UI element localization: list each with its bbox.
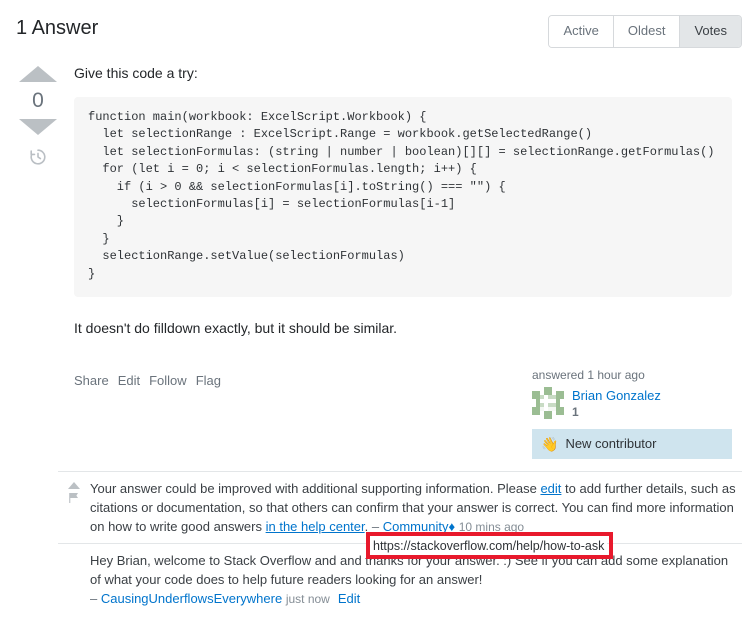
comment-timestamp: 10 mins ago xyxy=(458,520,525,535)
code-block: function main(workbook: ExcelScript.Work… xyxy=(74,97,732,298)
comment-gutter xyxy=(58,479,90,504)
comment-part-1: Your answer could be improved with addit… xyxy=(90,481,541,497)
tab-votes[interactable]: Votes xyxy=(680,16,741,47)
answer-body: Give this code a try: function main(work… xyxy=(66,64,742,460)
comment-part-1: Hey Brian, welcome to Stack Overflow and… xyxy=(90,553,729,588)
avatar[interactable] xyxy=(532,387,564,420)
comment-text: Your answer could be improved with addit… xyxy=(90,479,742,537)
comment-part-3: . xyxy=(364,519,372,535)
waving-hand-icon: 👋 xyxy=(541,436,559,453)
comment-author-link[interactable]: CausingUnderflowsEverywhere xyxy=(101,591,282,606)
status-bar-url: https://stackoverflow.com/help/how-to-as… xyxy=(370,537,608,555)
new-contributor-label: New contributor xyxy=(565,436,657,452)
comment-author-dash: – xyxy=(371,519,383,535)
user-reputation: 1 xyxy=(572,405,579,420)
user-row: Brian Gonzalez 1 xyxy=(532,387,732,420)
history-clock-icon[interactable] xyxy=(28,147,48,167)
comment-text: Hey Brian, welcome to Stack Overflow and… xyxy=(90,551,742,609)
answer-post: 0 Give this code a try: function main(wo… xyxy=(0,54,754,460)
user-card: answered 1 hour ago Brian Gonzalez 1 👋 N… xyxy=(532,367,732,460)
post-actions: Share Edit Follow Flag xyxy=(74,367,221,388)
answer-intro-text: Give this code a try: xyxy=(74,65,198,81)
share-link[interactable]: Share xyxy=(74,373,109,388)
follow-link[interactable]: Follow xyxy=(149,373,187,388)
comment-edit-link[interactable]: edit xyxy=(540,481,561,496)
answered-timestamp: answered 1 hour ago xyxy=(532,368,645,383)
vote-cell: 0 xyxy=(10,64,66,459)
tab-active[interactable]: Active xyxy=(549,16,614,47)
downvote-arrow-icon[interactable] xyxy=(19,119,57,135)
comment-author-link[interactable]: Community xyxy=(383,519,449,534)
answers-header: 1 Answer Active Oldest Votes xyxy=(0,0,754,54)
comment-timestamp: just now xyxy=(285,592,330,607)
user-link[interactable]: Brian Gonzalez xyxy=(572,388,661,403)
answer-footer: Share Edit Follow Flag answered 1 hour a… xyxy=(74,367,732,460)
page-title: 1 Answer xyxy=(16,17,99,39)
comment-edit-action[interactable]: Edit xyxy=(338,591,360,606)
upvote-arrow-icon[interactable] xyxy=(19,66,57,82)
user-meta: Brian Gonzalez 1 xyxy=(572,387,661,420)
comment-help-center-link[interactable]: in the help center xyxy=(266,519,365,534)
comment-author-dash: – xyxy=(90,591,101,607)
flag-icon[interactable] xyxy=(68,492,80,504)
tab-oldest[interactable]: Oldest xyxy=(613,16,681,47)
sort-tabs: Active Oldest Votes xyxy=(548,15,742,48)
moderator-diamond-icon: ♦ xyxy=(448,519,456,535)
comment-gutter xyxy=(58,551,90,554)
flag-link[interactable]: Flag xyxy=(196,373,221,388)
comment-upvote-arrow-icon[interactable] xyxy=(68,482,80,490)
comment-row: Your answer could be improved with addit… xyxy=(58,472,742,545)
answer-outro-text: It doesn't do filldown exactly, but it s… xyxy=(74,320,398,337)
vote-count: 0 xyxy=(32,89,44,112)
edit-link[interactable]: Edit xyxy=(118,373,140,388)
new-contributor-badge: 👋 New contributor xyxy=(532,429,732,460)
